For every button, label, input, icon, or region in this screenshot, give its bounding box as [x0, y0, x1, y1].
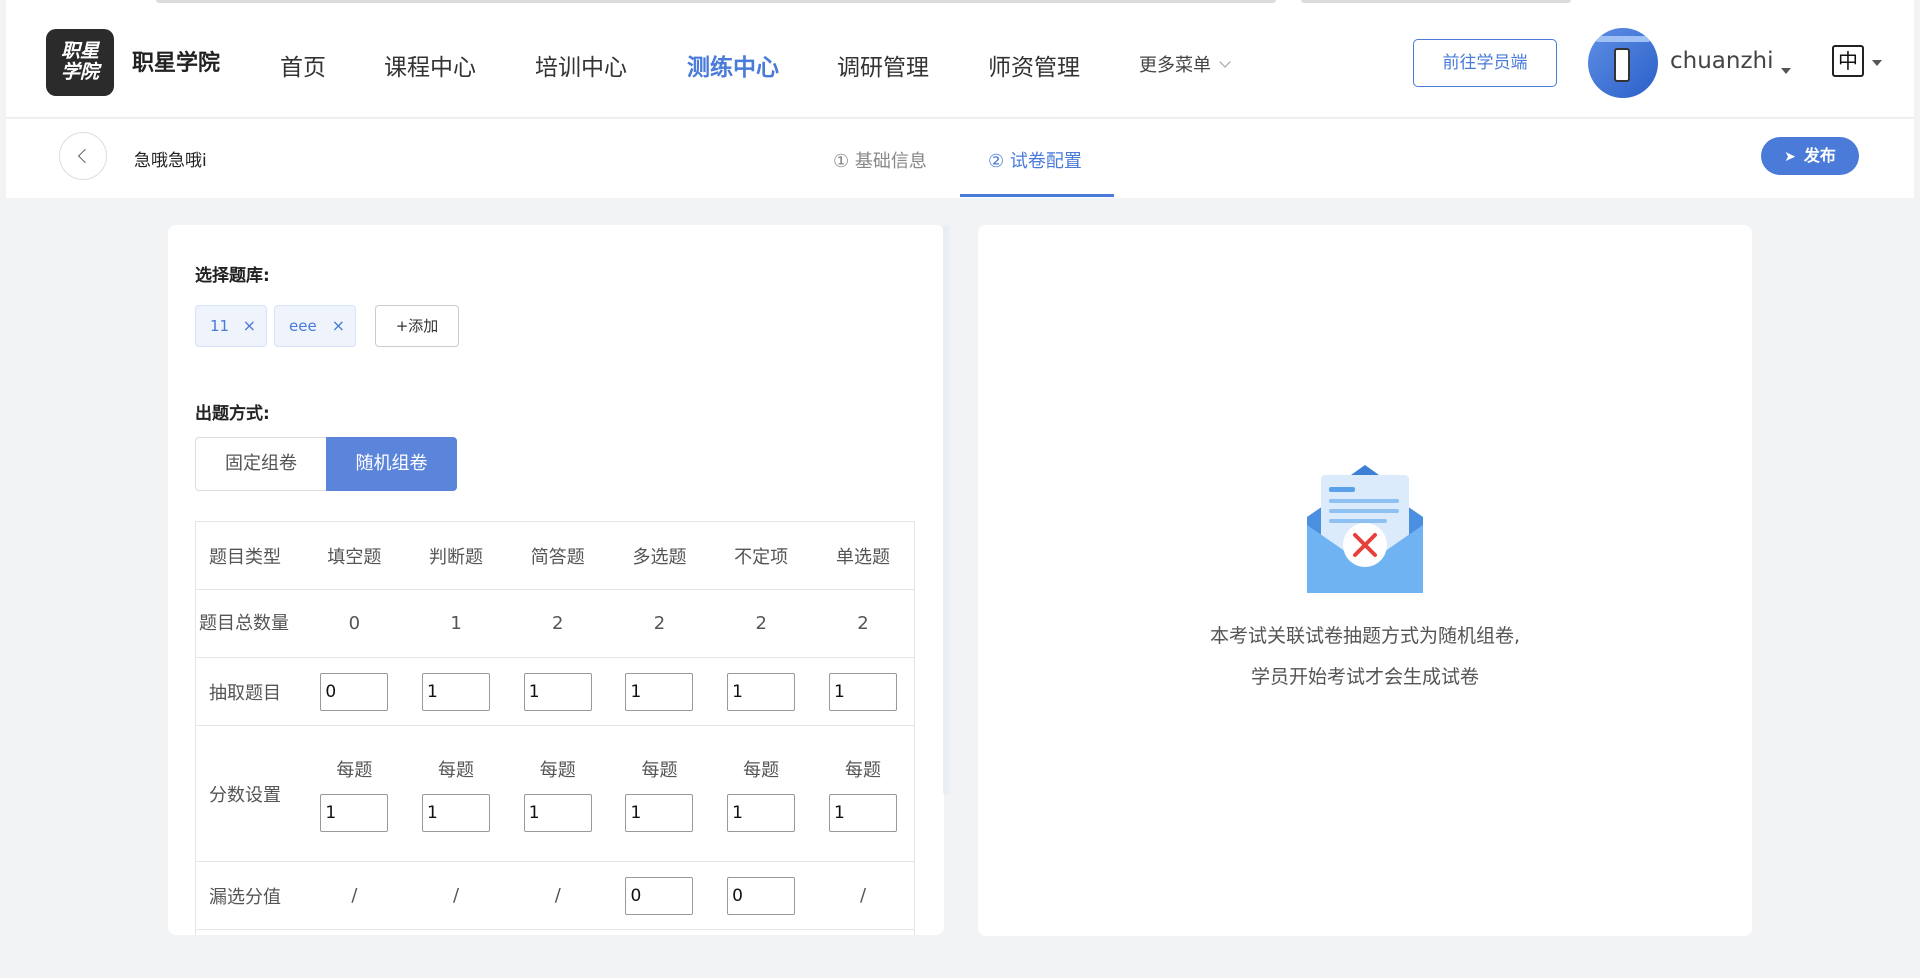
per-question-label: 每题	[539, 759, 576, 781]
caret-down-icon[interactable]	[1872, 60, 1882, 66]
bank-tag: eee ×	[274, 305, 356, 347]
mode-random[interactable]: 随机组卷	[326, 437, 457, 491]
add-bank-button[interactable]: +添加	[375, 305, 459, 347]
row-label: 漏选分值	[195, 861, 304, 930]
nav-test-center[interactable]: 测练中心	[687, 48, 779, 82]
total-count: 2	[608, 589, 711, 658]
row-label: 题目类型	[195, 521, 304, 590]
nav-course-center[interactable]: 课程中心	[384, 48, 476, 82]
table-row: 抽取题目 0 1 1 1 1 1	[195, 657, 915, 726]
row-label: 分数设置	[195, 725, 304, 862]
draw-count-input[interactable]: 1	[829, 672, 897, 711]
more-menu[interactable]: 更多菜单	[1139, 51, 1231, 77]
partial-score-na: /	[405, 861, 507, 930]
publish-button[interactable]: ➤ 发布	[1761, 137, 1859, 175]
browser-edge	[1301, 0, 1571, 3]
nav-survey[interactable]: 调研管理	[837, 48, 929, 82]
type-header: 填空题	[303, 521, 406, 590]
partial-score-input[interactable]: 0	[727, 876, 796, 915]
partial-score-na: /	[506, 861, 609, 930]
publish-label: 发布	[1803, 146, 1836, 165]
table-row	[195, 929, 915, 935]
per-question-label: 每题	[438, 759, 475, 781]
type-header: 不定项	[710, 521, 813, 590]
draw-count-input[interactable]: 1	[523, 672, 592, 711]
send-icon: ➤	[1784, 149, 1796, 165]
total-count: 0	[303, 589, 406, 658]
scrollbar[interactable]	[943, 225, 949, 795]
empty-message-line2: 学员开始考试才会生成试卷	[1250, 666, 1479, 688]
score-input[interactable]: 1	[320, 793, 389, 832]
total-count: 2	[812, 589, 915, 658]
step-paper-config[interactable]: ② 试卷配置	[988, 147, 1082, 173]
exam-title: 急哦急哦i	[134, 151, 207, 171]
mode-label: 出题方式:	[195, 404, 270, 424]
empty-mail-icon	[1307, 465, 1423, 593]
score-input[interactable]: 1	[523, 793, 592, 832]
logo[interactable]: 职星学院	[46, 29, 114, 96]
bank-tag-name: eee	[289, 317, 317, 335]
close-icon[interactable]: ×	[332, 306, 345, 346]
per-question-label: 每题	[336, 759, 373, 781]
browser-edge	[156, 0, 1276, 3]
table-row: 分数设置 每题 1 每题 1 每题 1 每题 1 每题 1 每题 1	[195, 725, 915, 862]
draw-count-input[interactable]: 1	[727, 672, 796, 711]
nav-training-center[interactable]: 培训中心	[535, 48, 627, 82]
preview-panel: 本考试关联试卷抽题方式为随机组卷, 学员开始考试才会生成试卷	[978, 225, 1752, 936]
draw-count-input[interactable]: 1	[625, 672, 694, 711]
row-label: 抽取题目	[195, 657, 304, 726]
top-nav: 职星学院 职星学院 首页 课程中心 培训中心 测练中心 调研管理 师资管理 更多…	[6, 0, 1914, 118]
mode-fixed[interactable]: 固定组卷	[195, 437, 326, 491]
bank-tag: 11 ×	[195, 305, 267, 347]
per-question-label: 每题	[743, 759, 780, 781]
nav-home[interactable]: 首页	[280, 48, 326, 82]
bank-label: 选择题库:	[195, 266, 270, 286]
score-input[interactable]: 1	[727, 793, 796, 832]
nav-teachers[interactable]: 师资管理	[988, 48, 1080, 82]
total-count: 2	[506, 589, 609, 658]
username[interactable]: chuanzhi	[1670, 48, 1774, 74]
draw-count-input[interactable]: 1	[422, 672, 491, 711]
chevron-left-icon	[77, 148, 93, 164]
sub-header: 急哦急哦i ① 基础信息 ② 试卷配置 ➤ 发布	[6, 119, 1914, 198]
close-icon[interactable]: ×	[243, 306, 256, 346]
avatar[interactable]	[1588, 28, 1658, 98]
score-input[interactable]: 1	[422, 793, 491, 832]
step-basic-info[interactable]: ① 基础信息	[833, 147, 927, 173]
per-question-label: 每题	[641, 759, 678, 781]
phone-icon	[1614, 48, 1630, 82]
total-count: 2	[710, 589, 813, 658]
caret-down-icon[interactable]	[1781, 68, 1791, 74]
per-question-label: 每题	[845, 759, 881, 781]
table-row: 漏选分值 / / / 0 0 /	[195, 861, 915, 930]
total-count: 1	[405, 589, 507, 658]
type-header: 简答题	[506, 521, 609, 590]
table-row: 题目总数量 0 1 2 2 2 2	[195, 589, 915, 658]
active-step-underline	[960, 194, 1114, 197]
goto-student-button[interactable]: 前往学员端	[1413, 39, 1557, 87]
question-config-table: 题目类型 填空题 判断题 简答题 多选题 不定项 单选题 题目总数量 0 1 2…	[195, 521, 915, 935]
chevron-down-icon	[1219, 56, 1231, 68]
more-menu-label: 更多菜单	[1139, 55, 1211, 76]
back-button[interactable]	[59, 132, 107, 180]
draw-count-input[interactable]: 0	[320, 672, 389, 711]
row-label: 题目总数量	[195, 589, 304, 658]
partial-score-na: /	[812, 861, 915, 930]
avatar-banner	[1596, 36, 1650, 42]
bank-tag-name: 11	[210, 317, 230, 335]
config-panel: 选择题库: 11 × eee × +添加 出题方式: 固定组卷 随机组卷 题目类…	[168, 225, 944, 935]
score-input[interactable]: 1	[829, 793, 897, 832]
brand-name: 职星学院	[132, 51, 221, 76]
language-switch[interactable]: 中	[1832, 45, 1864, 77]
table-row: 题目类型 填空题 判断题 简答题 多选题 不定项 单选题	[195, 521, 915, 590]
type-header: 多选题	[608, 521, 711, 590]
type-header: 单选题	[812, 521, 915, 590]
partial-score-na: /	[303, 861, 406, 930]
logo-text: 职星学院	[60, 40, 99, 83]
partial-score-input[interactable]: 0	[625, 876, 694, 915]
score-input[interactable]: 1	[625, 793, 694, 832]
type-header: 判断题	[405, 521, 507, 590]
empty-message-line1: 本考试关联试卷抽题方式为随机组卷,	[1209, 625, 1521, 647]
